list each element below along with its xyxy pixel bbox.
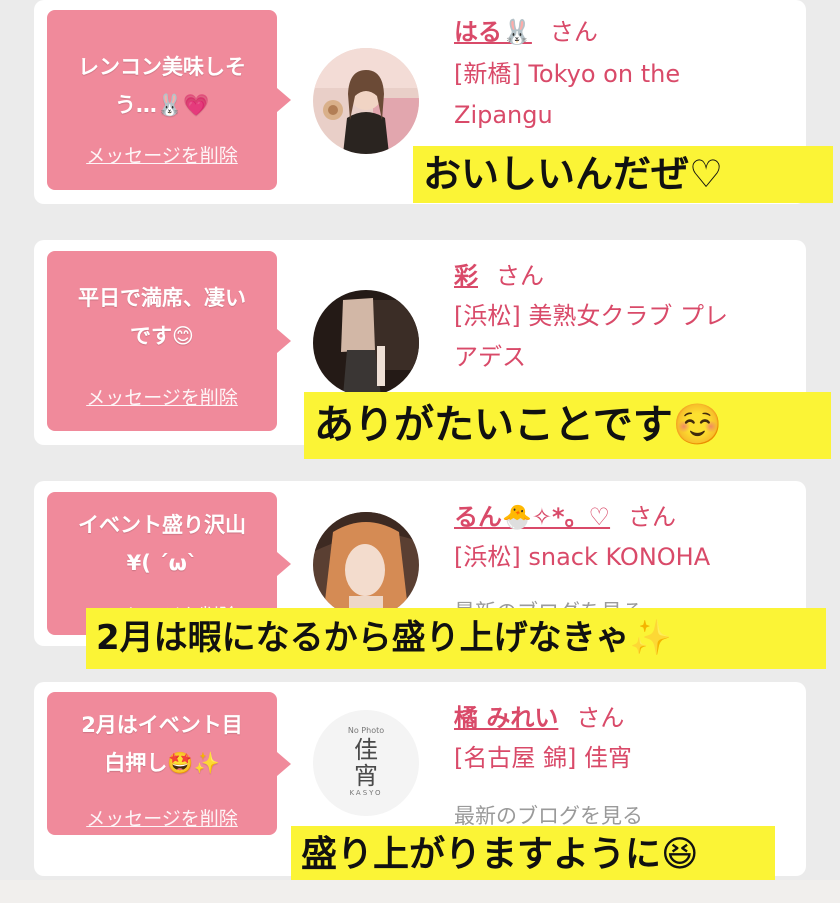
- message-text-line-2: 白押し🤩✨: [104, 751, 220, 775]
- san-suffix-3: さん: [628, 503, 677, 531]
- message-bubble-2: 平日で満席、凄い です😊 メッセージを削除: [47, 251, 291, 431]
- message-bubble-4: 2月はイベント目 白押し🤩✨ メッセージを削除: [47, 692, 291, 835]
- avatar-4[interactable]: No Photo 佳宵 KASYO: [313, 710, 419, 816]
- message-text-line-1: 2月はイベント目: [81, 713, 243, 737]
- message-text-line-1: イベント盛り沢山: [78, 513, 246, 537]
- shop-info-4[interactable]: [名古屋 錦] 佳宵: [454, 738, 784, 779]
- next-card-strip: [0, 880, 840, 903]
- delete-message-link-2[interactable]: メッセージを削除: [47, 383, 277, 410]
- avatar-photo-1: [313, 48, 419, 154]
- avatar-photo-2: [313, 290, 419, 396]
- user-name-1[interactable]: はる🐰: [454, 18, 532, 46]
- avatar-1[interactable]: [313, 48, 419, 154]
- avatar-2[interactable]: [313, 290, 419, 396]
- san-suffix-1: さん: [549, 18, 598, 46]
- caption-4: 盛り上がりますように😆: [291, 826, 775, 883]
- delete-message-link-1[interactable]: メッセージを削除: [47, 141, 277, 168]
- caption-3: 2月は暇になるから盛り上げなきゃ✨: [86, 608, 826, 669]
- message-text-line-2: ¥( ´ω`: [126, 551, 198, 575]
- message-bubble-1: レンコン美味しそ う…🐰💗 メッセージを削除: [47, 10, 291, 190]
- message-text-line-2: う…🐰💗: [114, 93, 210, 117]
- shop-info-3[interactable]: [浜松] snack KONOHA: [454, 537, 784, 578]
- user-name-4[interactable]: 橘 みれい: [454, 704, 558, 732]
- san-suffix-2: さん: [496, 262, 544, 290]
- no-photo-logo: No Photo 佳宵 KASYO: [347, 726, 385, 797]
- message-text-line-1: 平日で満席、凄い: [78, 286, 246, 310]
- user-name-2[interactable]: 彩: [454, 262, 478, 290]
- message-text-line-2: です😊: [130, 324, 194, 348]
- message-text-line-1: レンコン美味しそ: [78, 55, 246, 79]
- san-suffix-4: さん: [576, 704, 625, 732]
- avatar-photo-3: [313, 512, 419, 618]
- user-name-3[interactable]: るん🐣✧*。♡: [454, 503, 610, 531]
- caption-2: ありがたいことです☺️: [304, 392, 831, 459]
- shop-info-2[interactable]: [浜松] 美熟女クラブ プレ アデス: [454, 296, 784, 378]
- delete-message-link-4[interactable]: メッセージを削除: [47, 804, 277, 831]
- shop-info-1[interactable]: [新橋] Tokyo on the Zipangu: [454, 54, 784, 136]
- caption-1: おいしいんだぜ♡: [413, 146, 833, 203]
- avatar-3[interactable]: [313, 512, 419, 618]
